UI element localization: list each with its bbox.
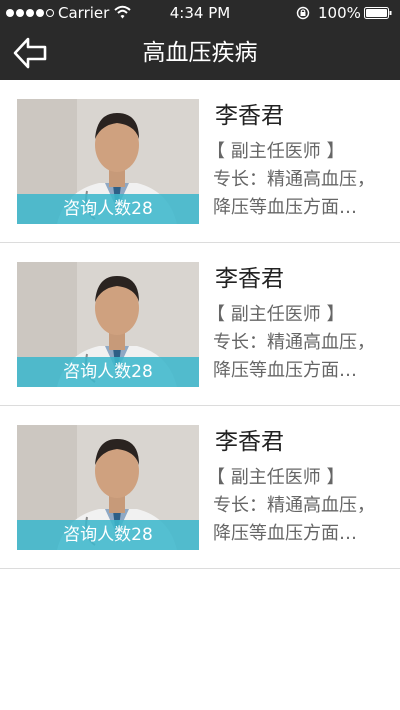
doctor-specialty-line: 降压等血压方面… <box>213 523 357 544</box>
doctor-title: 【 副主任医师 】 <box>207 304 345 325</box>
battery-icon <box>364 7 392 19</box>
doctor-specialty: 专长：精通高血压， 降压等血压方面… <box>213 329 393 385</box>
doctor-photo: 咨询人数28 <box>17 425 199 550</box>
doctor-card[interactable]: 咨询人数28 李香君 【 副主任医师 】 专长：精通高血压， 降压等血压方面… <box>0 80 400 243</box>
doctor-photo: 咨询人数28 <box>17 262 199 387</box>
doctor-specialty-line: 降压等血压方面… <box>213 197 357 218</box>
doctor-specialty: 专长：精通高血压， 降压等血压方面… <box>213 166 393 222</box>
status-bar: Carrier 4:34 PM 100% <box>0 0 400 26</box>
doctor-name: 李香君 <box>215 266 284 292</box>
doctor-name: 李香君 <box>215 429 284 455</box>
doctor-card[interactable]: 咨询人数28 李香君 【 副主任医师 】 专长：精通高血压， 降压等血压方面… <box>0 406 400 569</box>
consult-count-label: 咨询人数28 <box>17 357 199 387</box>
doctor-title: 【 副主任医师 】 <box>207 141 345 162</box>
navigation-bar: 高血压疾病 <box>0 26 400 80</box>
doctor-photo: 咨询人数28 <box>17 99 199 224</box>
doctor-name: 李香君 <box>215 103 284 129</box>
doctor-specialty-line: 专长：精通高血压， <box>213 169 375 190</box>
doctor-list-screen: Carrier 4:34 PM 100% 高血压疾病 咨询人数28 李香君 【 … <box>0 0 400 710</box>
doctor-card[interactable]: 咨询人数28 李香君 【 副主任医师 】 专长：精通高血压， 降压等血压方面… <box>0 243 400 406</box>
doctor-specialty: 专长：精通高血压， 降压等血压方面… <box>213 492 393 548</box>
battery-percent: 100% <box>318 4 361 22</box>
consult-count-label: 咨询人数28 <box>17 194 199 224</box>
doctor-specialty-line: 专长：精通高血压， <box>213 332 375 353</box>
doctor-title: 【 副主任医师 】 <box>207 467 345 488</box>
doctor-list: 咨询人数28 李香君 【 副主任医师 】 专长：精通高血压， 降压等血压方面… <box>0 80 400 569</box>
doctor-specialty-line: 专长：精通高血压， <box>213 495 375 516</box>
page-title: 高血压疾病 <box>142 40 258 66</box>
rotation-lock-icon <box>296 6 310 20</box>
doctor-specialty-line: 降压等血压方面… <box>213 360 357 381</box>
top-bar: Carrier 4:34 PM 100% 高血压疾病 <box>0 0 400 80</box>
consult-count-label: 咨询人数28 <box>17 520 199 550</box>
